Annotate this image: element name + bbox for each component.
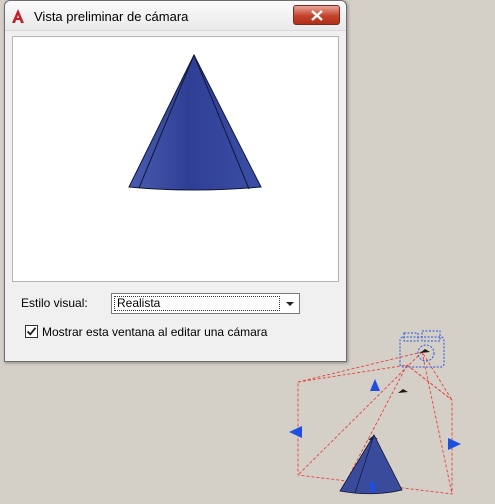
close-icon	[311, 10, 323, 21]
drawing-area-camera-scene	[289, 330, 461, 495]
visual-style-value: Realista	[114, 296, 280, 311]
camera-preview-viewport	[12, 36, 339, 282]
checkmark-icon	[26, 327, 37, 336]
scene-cone	[339, 434, 403, 495]
autocad-logo-icon	[12, 9, 24, 23]
chevron-down-icon[interactable]	[281, 294, 299, 313]
visual-style-select[interactable]: Realista	[111, 293, 300, 314]
show-window-label: Mostrar esta ventana al editar una cámar…	[42, 325, 268, 339]
show-window-checkbox[interactable]	[25, 325, 38, 338]
camera-icon[interactable]	[399, 330, 445, 368]
visual-style-label: Estilo visual:	[21, 296, 88, 310]
close-button[interactable]	[293, 5, 340, 25]
preview-cone	[128, 53, 262, 191]
dialog-title: Vista preliminar de cámara	[34, 9, 189, 24]
title-bar[interactable]: Vista preliminar de cámara	[5, 1, 346, 31]
